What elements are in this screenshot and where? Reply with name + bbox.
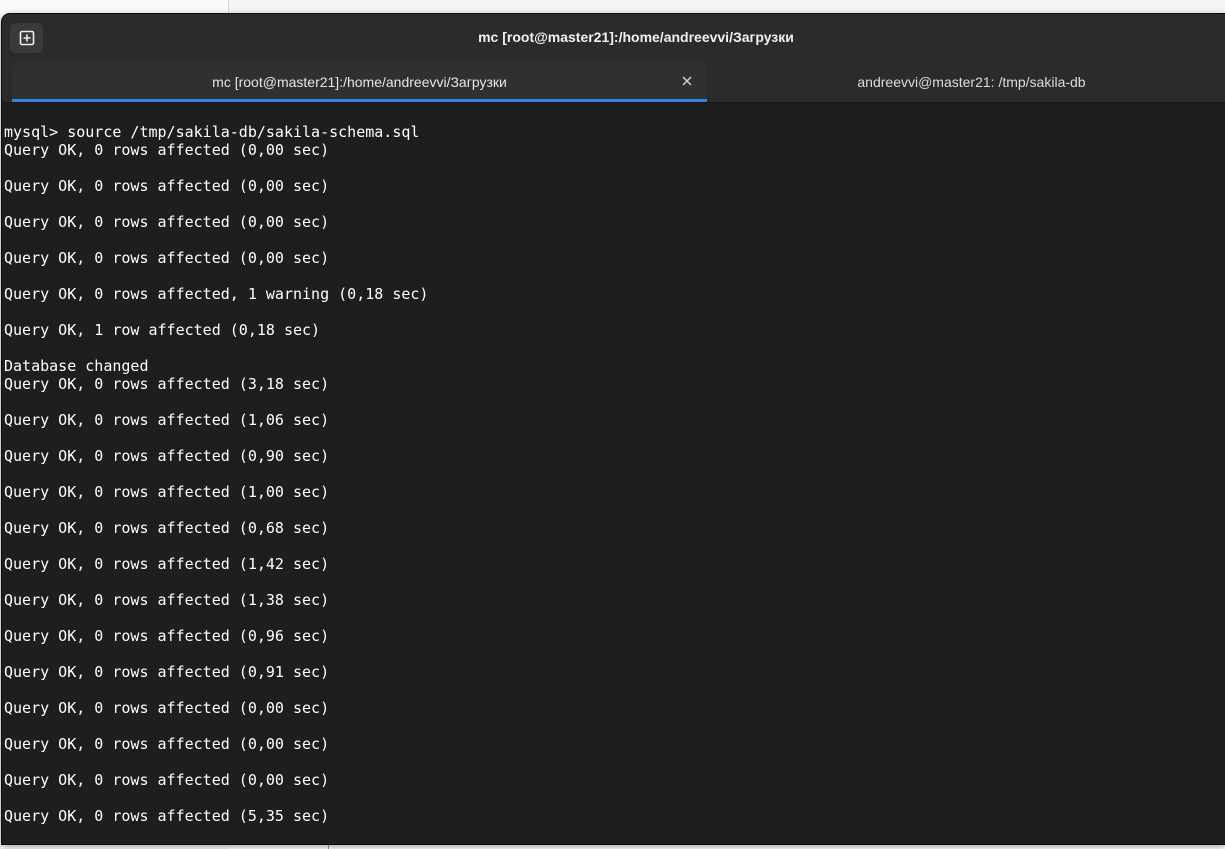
tab-sakila-db[interactable]: andreevvi@master21: /tmp/sakila-db (708, 61, 1225, 102)
terminal-line: Query OK, 0 rows affected (0,00 sec) (4, 177, 330, 195)
terminal-line: Query OK, 0 rows affected (3,18 sec) (4, 375, 330, 393)
terminal-line: Query OK, 0 rows affected, 1 warning (0,… (4, 285, 429, 303)
terminal-line: Query OK, 0 rows affected (0,68 sec) (4, 519, 330, 537)
terminal-line: Query OK, 0 rows affected (0,00 sec) (4, 213, 330, 231)
header-bar: mc [root@master21]:/home/andreevvi/Загру… (2, 14, 1225, 61)
terminal-line: Query OK, 0 rows affected (5,35 sec) (4, 807, 330, 825)
new-tab-icon (19, 30, 34, 46)
new-tab-button[interactable] (10, 23, 43, 53)
terminal-line: Database changed (4, 357, 149, 375)
terminal-line: Query OK, 0 rows affected (0,00 sec) (4, 249, 330, 267)
terminal-line: Query OK, 0 rows affected (1,06 sec) (4, 411, 330, 429)
terminal-line: Query OK, 0 rows affected (0,90 sec) (4, 447, 330, 465)
tab-label: andreevvi@master21: /tmp/sakila-db (857, 73, 1086, 90)
terminal-line: Query OK, 1 row affected (0,18 sec) (4, 321, 321, 339)
terminal-window: mc [root@master21]:/home/andreevvi/Загру… (2, 14, 1225, 844)
terminal-line: Query OK, 0 rows affected (1,00 sec) (4, 483, 330, 501)
close-icon (682, 76, 692, 86)
terminal-line: Query OK, 0 rows affected (1,38 sec) (4, 591, 330, 609)
terminal-line: Query OK, 0 rows affected (0,91 sec) (4, 663, 330, 681)
terminal-line: Query OK, 0 rows affected (0,00 sec) (4, 699, 330, 717)
tab-bar: mc [root@master21]:/home/andreevvi/Загру… (2, 61, 1225, 103)
terminal-line: Query OK, 0 rows affected (0,00 sec) (4, 141, 330, 159)
terminal-line: Query OK, 0 rows affected (0,00 sec) (4, 735, 330, 753)
active-tab-indicator (12, 99, 707, 102)
tab-mc-root[interactable]: mc [root@master21]:/home/andreevvi/Загру… (12, 61, 707, 102)
tab-close-button[interactable] (679, 73, 695, 89)
terminal-output[interactable]: mysql> source /tmp/sakila-db/sakila-sche… (4, 123, 1223, 843)
terminal-line: Query OK, 0 rows affected (0,00 sec) (4, 771, 330, 789)
tab-label: mc [root@master21]:/home/andreevvi/Загру… (212, 73, 507, 90)
window-title: mc [root@master21]:/home/andreevvi/Загру… (478, 29, 794, 45)
terminal-line: Query OK, 0 rows affected (0,96 sec) (4, 627, 330, 645)
terminal-line: Query OK, 0 rows affected (1,42 sec) (4, 555, 330, 573)
terminal-line: mysql> source /tmp/sakila-db/sakila-sche… (4, 123, 420, 141)
